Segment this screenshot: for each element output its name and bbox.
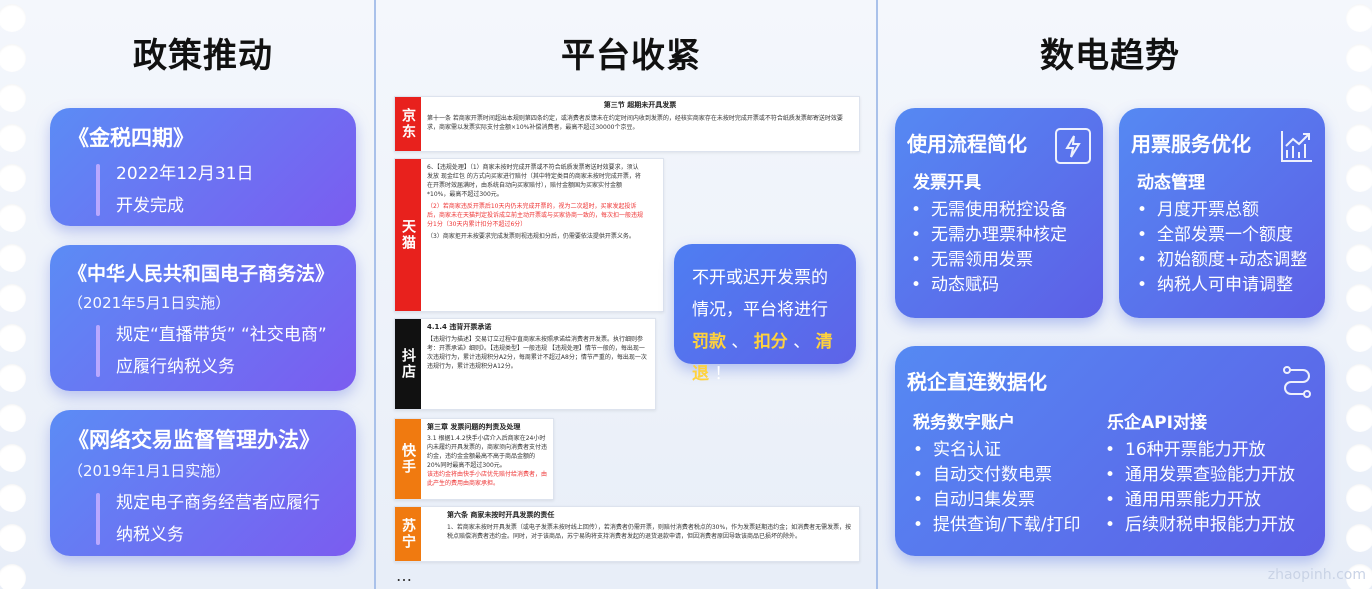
platform-doc-jd: 京东 第三节 超期未开具发票 第十一条 若商家开票时间超出本规则第四条约定，或消… <box>394 96 860 152</box>
slide: 政策推动 平台收紧 数电趋势 《金税四期》 2022年12月31日 开发完成 《… <box>0 0 1372 589</box>
doc-heading: 第六条 商家未按时开具发票的责任 <box>447 511 555 519</box>
policy-card-ecommerce-law: 《中华人民共和国电子商务法》 （2021年5月1日实施） 规定“直播带货” “社… <box>50 245 356 391</box>
platform-tag: 京东 <box>395 97 421 151</box>
policy-card-title: 《金税四期》 <box>68 126 194 150</box>
route-s-icon <box>1279 364 1315 400</box>
doc-heading: 第三章 发票问题的判责及处理 <box>427 423 521 431</box>
divider-right <box>876 0 878 589</box>
trend-card-title: 税企直连数据化 <box>907 370 1047 394</box>
trend-card-section-right: 乐企API对接 <box>1107 413 1207 433</box>
list-item: 无需办理票种核定 <box>911 223 1067 248</box>
watermark: zhaopinh.com <box>1267 567 1366 583</box>
policy-card-line: 应履行纳税义务 <box>116 357 235 377</box>
platform-doc-content: 第六条 商家未按时开具发票的责任 1、若商家未按时开具发票（或电子发票未按时线上… <box>427 511 853 541</box>
trend-card-service: 用票服务优化 动态管理 月度开票总额 全部发票一个额度 初始额度+动态调整 纳税… <box>1119 108 1325 318</box>
platform-doc-content: 4.1.4 违背开票承诺 【违规行为描述】交易订立过程中直商家未按照承诺给消费者… <box>427 323 649 371</box>
trend-card-direct: 税企直连数据化 税务数字账户 实名认证 自动交付数电票 自动归集发票 提供查询/… <box>895 346 1325 556</box>
list-item: 通用发票查验能力开放 <box>1105 463 1295 488</box>
platform-doc-suning: 苏宁 第六条 商家未按时开具发票的责任 1、若商家未按时开具发票（或电子发票未按… <box>394 506 860 562</box>
doc-red-text: （2）若商家违反开票后10天内仍未完成开票的，视为二次超时，买家发起投诉后，商家… <box>427 203 643 228</box>
callout-keywords: 罚款 、 扣分 、 清退 ！ <box>692 332 833 384</box>
trend-card-title: 使用流程简化 <box>907 132 1027 156</box>
platform-doc-kuaishou: 快手 第三章 发票问题的判责及处理 3.1 根据1.4.2快手小店介入后商家在2… <box>394 418 554 500</box>
column-title-policy: 政策推动 <box>133 36 273 76</box>
policy-card-line: 规定电子商务经营者应履行 <box>116 493 320 513</box>
list-item: 动态赋码 <box>911 273 1067 298</box>
trend-card-list: 无需使用税控设备 无需办理票种核定 无需领用发票 动态赋码 <box>911 198 1067 298</box>
list-item: 自动归集发票 <box>913 488 1081 513</box>
platform-tag: 苏宁 <box>395 507 421 561</box>
trend-card-section-left: 税务数字账户 <box>913 413 1015 433</box>
trend-card-list-right: 16种开票能力开放 通用发票查验能力开放 通用用票能力开放 后续财税申报能力开放 <box>1105 438 1295 538</box>
platform-doc-content: 6、【违规处理】（1）商家未按时完成开票或不符合纸质发票寄送时效要求，须认发放 … <box>427 163 643 241</box>
callout-line: 情况，平台将进行 <box>692 300 828 320</box>
column-title-platform: 平台收紧 <box>561 36 701 76</box>
doc-text: 6、【违规处理】（1）商家未按时完成开票或不符合纸质发票寄送时效要求，须认发放 … <box>427 164 641 198</box>
list-item: 全部发票一个额度 <box>1137 223 1307 248</box>
doc-text: 【违规行为描述】交易订立过程中直商家未按照承诺给消费者开发票。执行细则参考：开票… <box>427 336 647 370</box>
lightning-card-icon <box>1055 128 1091 164</box>
platform-doc-content: 第三章 发票问题的判责及处理 3.1 根据1.4.2快手小店介入后商家在24小时… <box>427 423 547 488</box>
column-title-trend: 数电趋势 <box>1040 36 1180 76</box>
policy-card-body: 规定“直播带货” “社交电商” 应履行纳税义务 <box>68 319 338 383</box>
list-item: 月度开票总额 <box>1137 198 1307 223</box>
keyword-fine: 罚款 <box>692 332 726 352</box>
more-ellipsis: … <box>396 566 412 585</box>
trend-card-section: 动态管理 <box>1137 173 1205 193</box>
doc-text: 1、若商家未按时开具发票（或电子发票未按时线上回传），若消费者仍需开票，则赔付消… <box>447 524 852 540</box>
keyword-deduct: 扣分 <box>753 332 788 352</box>
right-hole-strip <box>1342 0 1372 589</box>
policy-card-subtitle: （2019年1月1日实施） <box>68 462 231 480</box>
policy-card-body: 规定电子商务经营者应履行 纳税义务 <box>68 487 338 551</box>
callout-line: 不开或迟开发票的 <box>692 268 828 288</box>
policy-card-line: 开发完成 <box>116 196 184 216</box>
list-item: 无需使用税控设备 <box>911 198 1067 223</box>
policy-card-golden-tax: 《金税四期》 2022年12月31日 开发完成 <box>50 108 356 226</box>
platform-tag: 快手 <box>395 419 421 499</box>
platform-doc-douyin: 抖店 4.1.4 违背开票承诺 【违规行为描述】交易订立过程中直商家未按照承诺给… <box>394 318 656 410</box>
policy-card-body: 2022年12月31日 开发完成 <box>68 158 338 222</box>
list-item: 后续财税申报能力开放 <box>1105 513 1295 538</box>
growth-chart-icon <box>1279 128 1315 164</box>
trend-card-title: 用票服务优化 <box>1131 132 1251 156</box>
policy-card-line: 2022年12月31日 <box>116 164 254 184</box>
platform-doc-content: 第三节 超期未开具发票 第十一条 若商家开票时间超出本规则第四条约定，或消费者反… <box>427 101 853 132</box>
policy-card-subtitle: （2021年5月1日实施） <box>68 294 231 312</box>
doc-heading: 4.1.4 违背开票承诺 <box>427 323 492 331</box>
list-item: 无需领用发票 <box>911 248 1067 273</box>
divider-left <box>374 0 376 589</box>
list-item: 实名认证 <box>913 438 1081 463</box>
policy-card-line: 纳税义务 <box>116 525 184 545</box>
platform-tag: 抖店 <box>395 319 421 409</box>
platform-tag: 天猫 <box>395 159 421 311</box>
list-item: 通用用票能力开放 <box>1105 488 1295 513</box>
list-item: 纳税人可申请调整 <box>1137 273 1307 298</box>
list-item: 提供查询/下载/打印 <box>913 513 1080 538</box>
doc-tail-text: （3）商家拒开未按要求完成发票则视违规扣分后，仍需要依法提供开票义务。 <box>427 233 635 240</box>
list-item: 初始额度+动态调整 <box>1137 248 1307 273</box>
list-item: 自动交付数电票 <box>913 463 1081 488</box>
doc-red-text: 该违约金将由快手小店优先赔付给消费者，由此产生的费用由商家承担。 <box>427 471 547 487</box>
policy-card-title: 《网络交易监督管理办法》 <box>68 428 320 452</box>
policy-card-line: 规定“直播带货” “社交电商” <box>116 325 327 345</box>
trend-card-section: 发票开具 <box>913 173 981 193</box>
platform-doc-tmall: 天猫 6、【违规处理】（1）商家未按时完成开票或不符合纸质发票寄送时效要求，须认… <box>394 158 664 312</box>
left-hole-strip <box>0 0 30 589</box>
trend-card-list: 月度开票总额 全部发票一个额度 初始额度+动态调整 纳税人可申请调整 <box>1137 198 1307 298</box>
list-item: 16种开票能力开放 <box>1105 438 1295 463</box>
trend-card-simplify: 使用流程简化 发票开具 无需使用税控设备 无需办理票种核定 无需领用发票 动态赋… <box>895 108 1103 318</box>
doc-text: 3.1 根据1.4.2快手小店介入后商家在24小时内未履约开具发票的，商家须向消… <box>427 435 547 469</box>
doc-text: 第十一条 若商家开票时间超出本规则第四条约定，或消费者反馈未在约定时间内收到发票… <box>427 115 843 131</box>
policy-card-title: 《中华人民共和国电子商务法》 <box>68 263 335 285</box>
penalty-callout: 不开或迟开发票的 情况，平台将进行 罚款 、 扣分 、 清退 ！ <box>674 244 856 384</box>
trend-card-list-left: 实名认证 自动交付数电票 自动归集发票 提供查询/下载/打印 <box>913 438 1081 538</box>
doc-heading: 第三节 超期未开具发票 <box>603 101 677 109</box>
policy-card-online-trade: 《网络交易监督管理办法》 （2019年1月1日实施） 规定电子商务经营者应履行 … <box>50 410 356 556</box>
